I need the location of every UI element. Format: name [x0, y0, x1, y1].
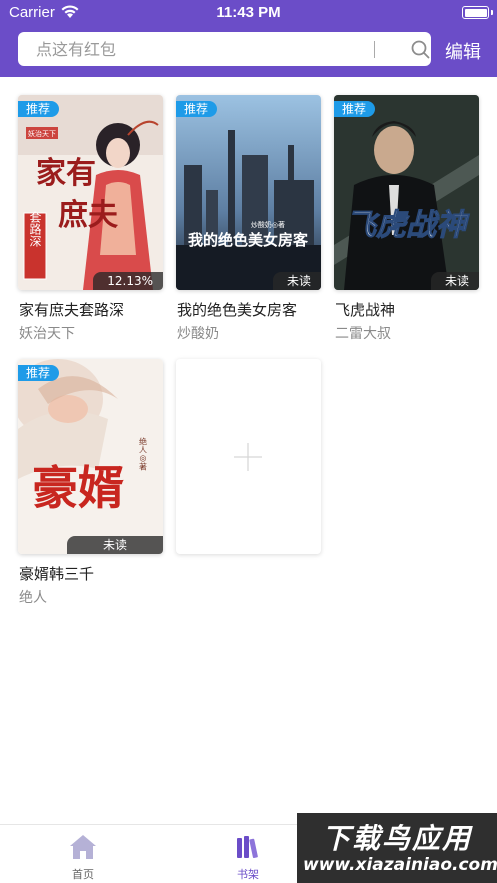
book-author: 妖治天下 — [19, 326, 75, 342]
book-author: 炒酸奶 — [177, 326, 219, 342]
plus-icon — [234, 443, 262, 471]
book-cover[interactable]: 绝人◎著 豪婿 推荐 未读 — [18, 359, 163, 554]
tab-home-label: 首页 — [72, 868, 94, 881]
book-cover-art: 炒酸奶◎著 我的绝色美女房客 — [176, 95, 321, 290]
book-author: 绝人 — [19, 590, 47, 606]
add-book-button[interactable] — [176, 359, 321, 554]
cover-author: 妖治天下 — [28, 129, 56, 138]
cover-title-line1: 家有 — [36, 156, 96, 191]
book-cover[interactable]: 妖治天下 家有 庶夫 套路深 推荐 12.13% — [18, 95, 163, 290]
book-cover-art: 飞虎战神 — [334, 95, 479, 290]
bookshelf-icon — [237, 836, 258, 859]
watermark-url: www.xiazainiao.com — [303, 855, 497, 875]
book-cover[interactable]: 飞虎战神 推荐 未读 — [334, 95, 479, 290]
recommend-tag: 推荐 — [18, 365, 60, 381]
unread-badge: 未读 — [272, 272, 321, 290]
cover-title: 豪婿 — [32, 461, 124, 515]
tab-bookshelf[interactable]: 书架 — [208, 825, 288, 883]
status-bar: Carrier 11:43 PM — [0, 0, 497, 26]
book-title[interactable]: 我的绝色美女房客 — [177, 299, 297, 320]
book-author: 二雷大叔 — [335, 326, 391, 342]
recommend-tag: 推荐 — [334, 101, 376, 117]
book-cover-art: 妖治天下 家有 庶夫 套路深 — [18, 95, 163, 290]
cover-title-line3: 套路深 — [28, 211, 42, 247]
cover-title: 飞虎战神 — [346, 208, 470, 243]
edit-button[interactable]: 编辑 — [445, 38, 481, 64]
tab-bookshelf-label: 书架 — [237, 868, 259, 881]
tab-home[interactable]: 首页 — [43, 825, 123, 883]
search-input[interactable] — [36, 32, 366, 66]
battery-icon — [462, 6, 489, 19]
cover-author: 炒酸奶◎著 — [251, 220, 285, 229]
cover-title-line2: 庶夫 — [58, 198, 119, 233]
battery-tip — [491, 10, 493, 15]
cover-author: 绝人◎著 — [139, 437, 148, 472]
home-icon — [70, 835, 96, 859]
search-icon[interactable] — [411, 40, 430, 59]
watermark-banner: 下载鸟应用 www.xiazainiao.com — [297, 813, 497, 883]
unread-badge: 未读 — [430, 272, 479, 290]
unread-badge: 未读 — [66, 536, 163, 554]
book-title[interactable]: 豪婿韩三千 — [19, 563, 94, 584]
header: Carrier 11:43 PM 编辑 — [0, 0, 497, 77]
book-cover[interactable]: 炒酸奶◎著 我的绝色美女房客 推荐 未读 — [176, 95, 321, 290]
watermark-title: 下载鸟应用 — [321, 822, 472, 855]
recommend-tag: 推荐 — [18, 101, 60, 117]
book-title[interactable]: 飞虎战神 — [335, 299, 395, 320]
search-divider — [374, 41, 375, 58]
read-progress-badge: 12.13% — [93, 272, 163, 290]
search-bar[interactable] — [18, 32, 431, 66]
recommend-tag: 推荐 — [176, 101, 218, 117]
book-cover-art: 绝人◎著 豪婿 — [18, 359, 163, 554]
status-time: 11:43 PM — [216, 4, 281, 21]
cover-title: 我的绝色美女房客 — [188, 231, 309, 249]
book-title[interactable]: 家有庶夫套路深 — [19, 299, 124, 320]
